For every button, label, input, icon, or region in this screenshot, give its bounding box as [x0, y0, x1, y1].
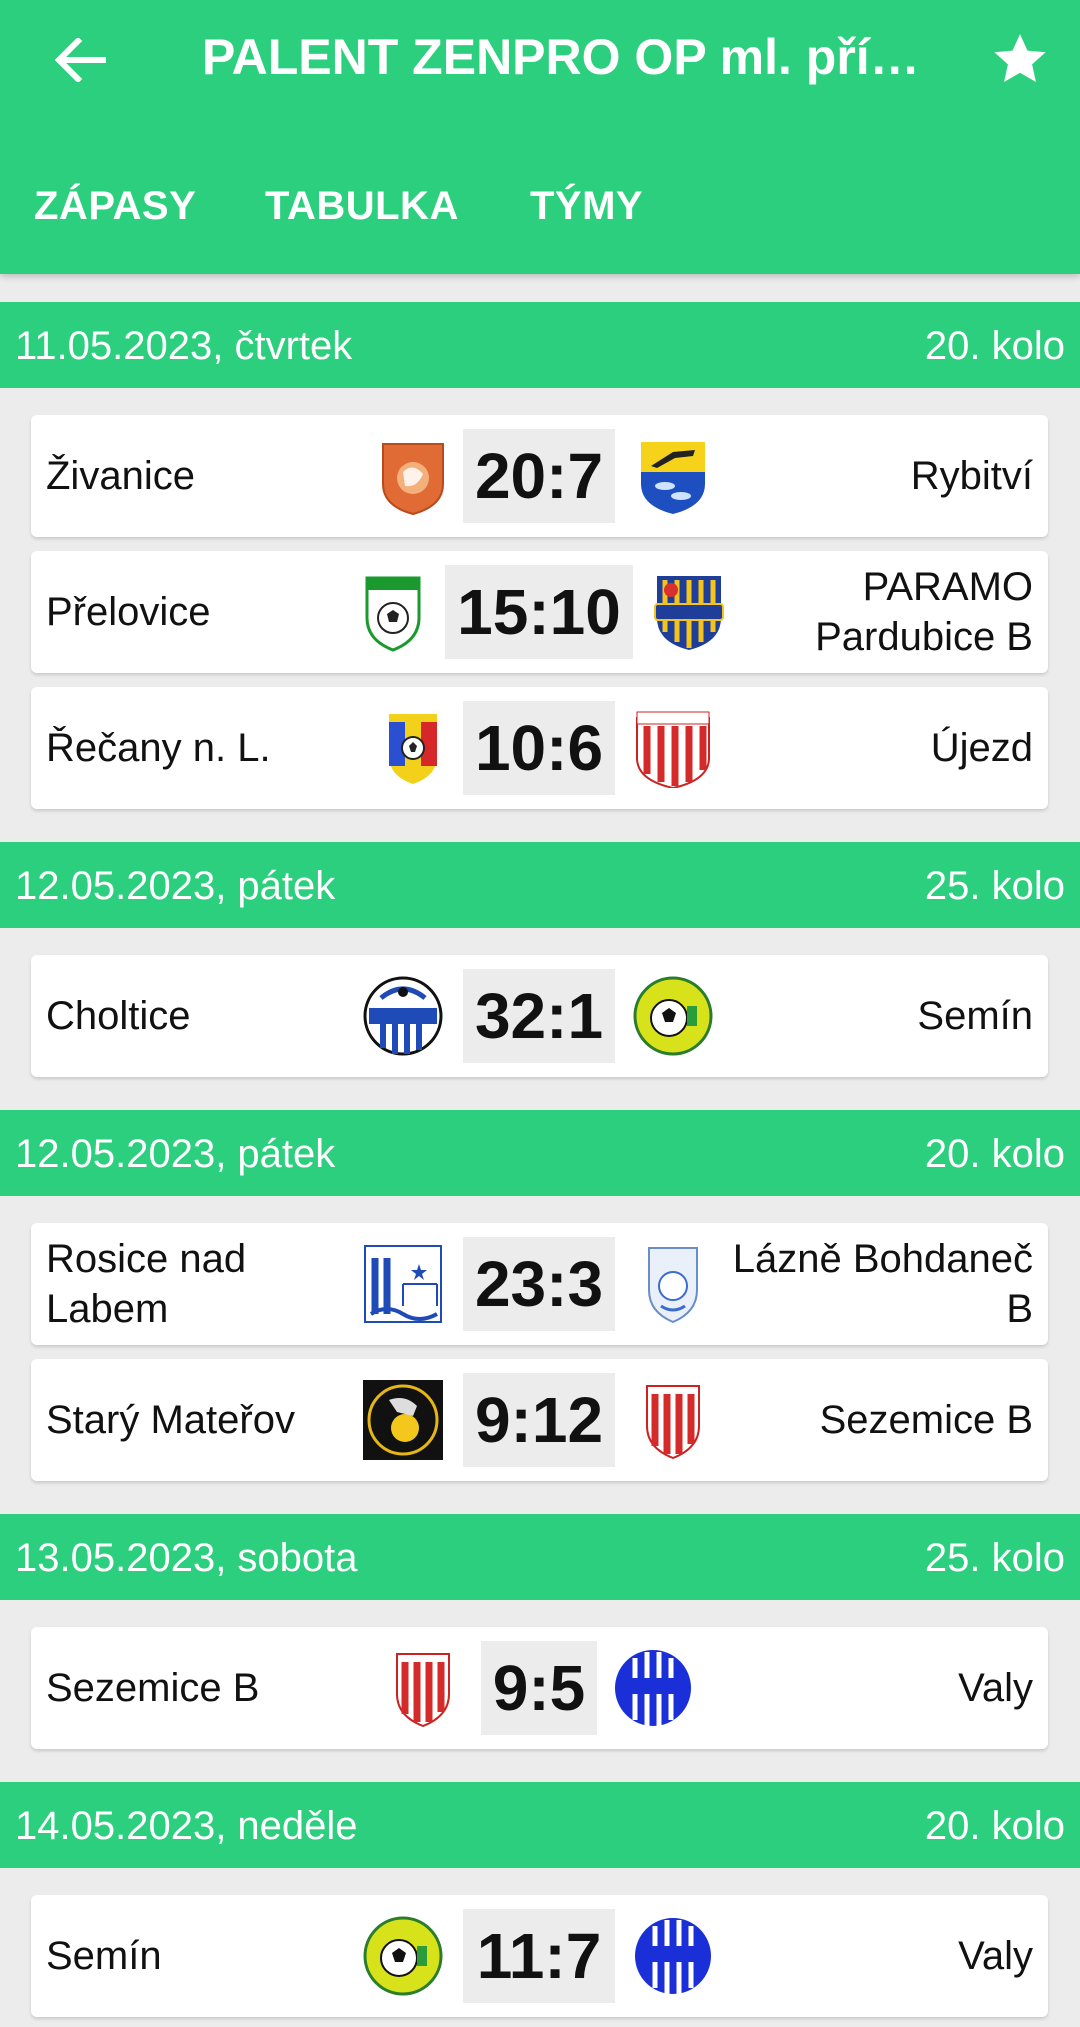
day-round: 20. kolo — [924, 324, 1065, 368]
match-row[interactable]: Sezemice B 9:5 Valy — [31, 1627, 1048, 1749]
day-round: 20. kolo — [924, 1132, 1065, 1176]
ujezd-logo-icon — [633, 708, 713, 788]
day-header: 12.05.2023, pátek 25. kolo — [0, 842, 1080, 928]
match-row[interactable]: Semín 11:7 Valy — [31, 1895, 1048, 2017]
away-team-name: Lázně Bohdaneč B — [732, 1237, 1033, 1331]
choltice-logo-icon — [363, 976, 443, 1056]
sezemice-logo-icon — [633, 1380, 713, 1460]
home-team-name: Sezemice B — [46, 1666, 260, 1710]
home-team-name: Semín — [46, 1934, 162, 1978]
day-round: 25. kolo — [924, 864, 1065, 908]
match-row[interactable]: Přelovice 15:10 PARAMO Pardubice B — [31, 551, 1048, 673]
semin-logo-icon — [363, 1916, 443, 1996]
day-round: 20. kolo — [924, 1804, 1065, 1848]
recany-logo-icon — [373, 708, 453, 788]
home-team-name: Choltice — [46, 994, 191, 1038]
day-date: 12.05.2023, pátek — [15, 1132, 336, 1176]
tab-table[interactable]: TABULKA — [265, 184, 459, 229]
match-score: 15:10 — [445, 565, 633, 659]
home-team-name: Rosice nad Labem — [46, 1237, 247, 1331]
valy-logo-icon — [633, 1916, 713, 1996]
away-team-name: Semín — [917, 994, 1033, 1038]
home-team-name: Starý Mateřov — [46, 1398, 295, 1442]
app-bar: PALENT ZENPRO OP ml. přípr... ZÁPASY TAB… — [0, 0, 1080, 274]
away-team-name: Rybitví — [910, 454, 1033, 498]
rosice-logo-icon — [363, 1244, 443, 1324]
tab-matches[interactable]: ZÁPASY — [34, 184, 196, 229]
match-score: 9:5 — [481, 1641, 597, 1735]
match-score: 9:12 — [463, 1373, 615, 1467]
away-team-name: PARAMO Pardubice B — [815, 565, 1033, 659]
zivanice-logo-icon — [373, 436, 453, 516]
match-row[interactable]: Starý Mateřov 9:12 Sezemice B — [31, 1359, 1048, 1481]
valy-logo-icon — [613, 1648, 693, 1728]
match-score: 32:1 — [463, 969, 615, 1063]
match-score: 20:7 — [463, 429, 615, 523]
tab-bar: ZÁPASY TABULKA TÝMY — [0, 174, 1080, 244]
prelovice-logo-icon — [353, 572, 433, 652]
away-team-name: Újezd — [930, 726, 1033, 770]
home-team-name: Přelovice — [46, 590, 211, 634]
match-score: 11:7 — [463, 1909, 615, 2003]
home-team-name: Živanice — [46, 454, 195, 498]
stary-materov-logo-icon — [363, 1380, 443, 1460]
day-date: 12.05.2023, pátek — [15, 864, 336, 908]
page-title: PALENT ZENPRO OP ml. přípr... — [202, 29, 942, 85]
match-score: 23:3 — [463, 1237, 615, 1331]
away-team-name: Valy — [958, 1666, 1033, 1710]
day-header: 11.05.2023, čtvrtek 20. kolo — [0, 302, 1080, 388]
day-date: 14.05.2023, neděle — [15, 1804, 358, 1848]
favorite-star-icon[interactable] — [990, 30, 1050, 90]
match-row[interactable]: Živanice 20:7 Rybitví — [31, 415, 1048, 537]
sezemice-logo-icon — [383, 1648, 463, 1728]
away-team-name: Valy — [958, 1934, 1033, 1978]
day-round: 25. kolo — [924, 1536, 1065, 1580]
away-team-name: Sezemice B — [819, 1398, 1033, 1442]
home-team-name: Řečany n. L. — [46, 726, 271, 770]
day-header: 13.05.2023, sobota 25. kolo — [0, 1514, 1080, 1600]
day-header: 12.05.2023, pátek 20. kolo — [0, 1110, 1080, 1196]
match-row[interactable]: Řečany n. L. 10:6 Újezd — [31, 687, 1048, 809]
semin-logo-icon — [633, 976, 713, 1056]
back-arrow-icon[interactable] — [50, 30, 110, 90]
day-header: 14.05.2023, neděle 20. kolo — [0, 1782, 1080, 1868]
top-bar: PALENT ZENPRO OP ml. přípr... — [0, 0, 1080, 122]
tab-teams[interactable]: TÝMY — [530, 184, 643, 229]
lazne-bohdanec-logo-icon — [633, 1244, 713, 1324]
match-score: 10:6 — [463, 701, 615, 795]
match-row[interactable]: Rosice nad Labem 23:3 Lázně Bohdaneč B — [31, 1223, 1048, 1345]
day-date: 11.05.2023, čtvrtek — [15, 324, 353, 368]
day-date: 13.05.2023, sobota — [15, 1536, 358, 1580]
match-row[interactable]: Choltice 32:1 Semín — [31, 955, 1048, 1077]
rybitvi-logo-icon — [633, 436, 713, 516]
